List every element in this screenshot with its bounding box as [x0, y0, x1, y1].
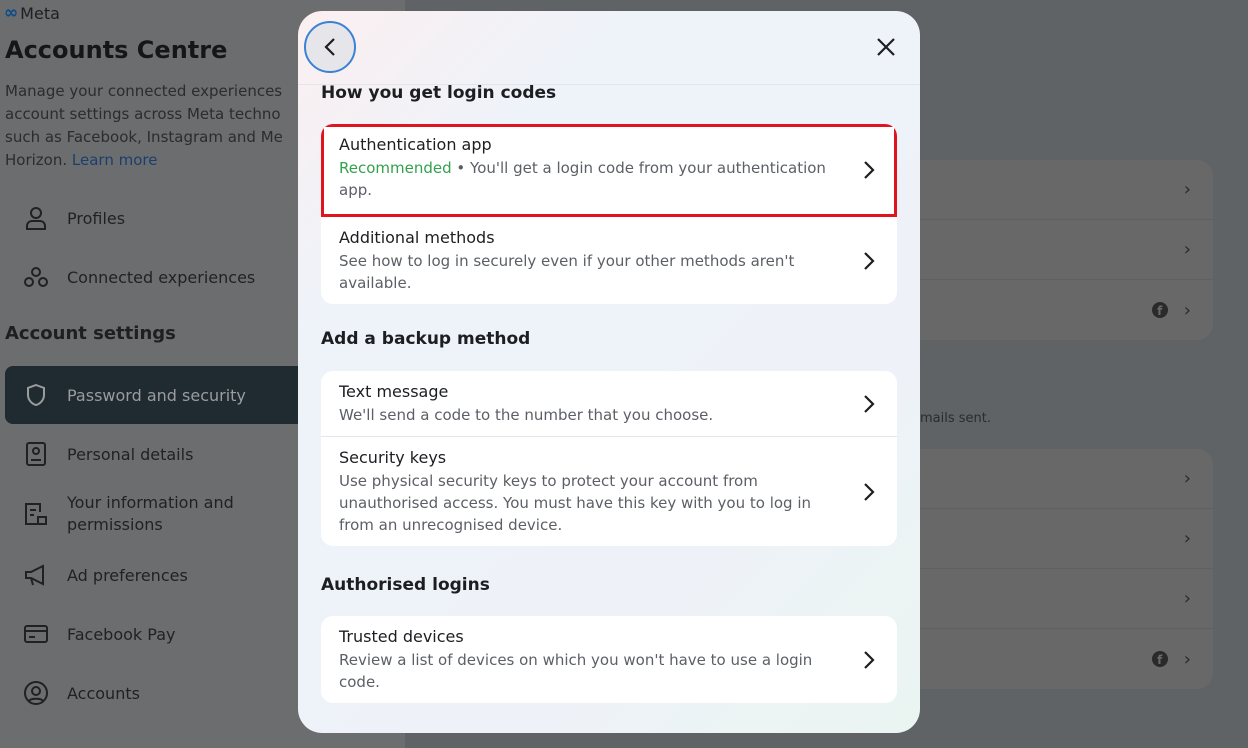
background-row[interactable]: › [905, 569, 1213, 629]
close-icon [877, 38, 895, 56]
option-title: Trusted devices [339, 627, 464, 646]
sidebar-item-label: Accounts [67, 683, 140, 703]
background-card: › › f › [905, 160, 1213, 340]
desc-line: such as Facebook, Instagram and Me [5, 128, 283, 146]
document-lock-icon [23, 501, 49, 527]
option-description: We'll send a code to the number that you… [339, 406, 714, 424]
authentication-app-option[interactable]: Authentication app Recommended • You'll … [321, 124, 897, 217]
person-icon [23, 205, 49, 231]
sidebar-item-label: Your information and permissions [67, 493, 234, 534]
sidebar-item-label: Connected experiences [67, 267, 256, 287]
chevron-right-icon [864, 482, 875, 501]
logo-text: Meta [20, 3, 60, 23]
background-row[interactable]: f › [905, 280, 1213, 340]
desc-line: account settings across Meta techno [5, 105, 281, 123]
option-title: Additional methods [339, 228, 495, 247]
meta-infinity-icon: ∞ [4, 3, 19, 23]
id-card-icon [23, 441, 49, 467]
sidebar-item-ad-preferences[interactable]: Ad preferences [5, 546, 305, 604]
section-title: Authorised logins [321, 575, 490, 595]
section-title: Add a backup method [321, 329, 531, 349]
account-circle-icon [23, 680, 49, 706]
background-text: mails sent. [920, 411, 991, 426]
option-title: Security keys [339, 448, 447, 467]
option-description: Use physical security keys to protect yo… [339, 472, 812, 534]
facebook-icon: f [1151, 302, 1168, 318]
option-title: Authentication app [339, 135, 492, 154]
chevron-right-icon [864, 650, 875, 669]
sidebar-item-connected-experiences[interactable]: Connected experiences [5, 248, 305, 306]
sidebar-item-label: Password and security [67, 385, 246, 405]
sidebar-item-profiles[interactable]: Profiles [5, 189, 305, 247]
desc-line: Manage your connected experiences [5, 82, 283, 100]
facebook-icon: f [1151, 651, 1168, 667]
option-description: Review a list of devices on which you wo… [339, 651, 813, 691]
close-button[interactable] [870, 31, 902, 63]
recommended-badge: Recommended [339, 159, 452, 177]
learn-more-link[interactable]: Learn more [72, 151, 158, 169]
options-card: Text message We'll send a code to the nu… [321, 371, 897, 546]
background-card: › › › f › [905, 449, 1213, 689]
additional-methods-option[interactable]: Additional methods See how to log in sec… [321, 217, 897, 304]
chevron-right-icon [864, 394, 875, 413]
sidebar-item-personal-details[interactable]: Personal details [5, 425, 305, 483]
section-heading: Account settings [5, 323, 176, 344]
section-title: How you get login codes [321, 83, 557, 103]
sidebar-item-label: Personal details [67, 444, 194, 464]
sidebar-item-label: Profiles [67, 208, 126, 228]
options-card: Authentication app Recommended • You'll … [321, 124, 897, 304]
card-icon [23, 621, 49, 647]
background-row[interactable]: › [905, 220, 1213, 280]
connected-icon [23, 264, 49, 290]
back-button[interactable] [304, 21, 356, 73]
desc-line: Horizon. [5, 151, 68, 169]
sidebar-item-label: Ad preferences [67, 565, 188, 585]
megaphone-icon [23, 562, 49, 588]
page-title: Accounts Centre [5, 36, 228, 64]
page-description: Manage your connected experiences accoun… [5, 80, 305, 172]
login-codes-dialog: How you get login codes Authentication a… [298, 11, 920, 733]
chevron-left-icon [324, 38, 335, 56]
background-row[interactable]: › [905, 509, 1213, 569]
sidebar-item-information-permissions[interactable]: Your information and permissions [5, 485, 305, 543]
sidebar-item-facebook-pay[interactable]: Facebook Pay [5, 605, 305, 663]
chevron-right-icon [864, 251, 875, 270]
sidebar-item-password-security[interactable]: Password and security [5, 366, 305, 424]
background-row[interactable]: f › [905, 629, 1213, 689]
security-keys-option[interactable]: Security keys Use physical security keys… [321, 437, 897, 546]
sidebar-item-label: Facebook Pay [67, 624, 176, 644]
text-message-option[interactable]: Text message We'll send a code to the nu… [321, 371, 897, 437]
meta-logo[interactable]: ∞ Meta [4, 3, 60, 23]
shield-icon [23, 382, 49, 408]
option-title: Text message [339, 382, 449, 401]
background-row[interactable]: › [905, 449, 1213, 509]
options-card: Trusted devices Review a list of devices… [321, 616, 897, 703]
chevron-right-icon [864, 161, 875, 179]
option-description: See how to log in securely even if your … [339, 252, 795, 292]
sidebar-item-accounts[interactable]: Accounts [5, 664, 305, 722]
trusted-devices-option[interactable]: Trusted devices Review a list of devices… [321, 616, 897, 703]
background-row[interactable]: › [905, 160, 1213, 220]
